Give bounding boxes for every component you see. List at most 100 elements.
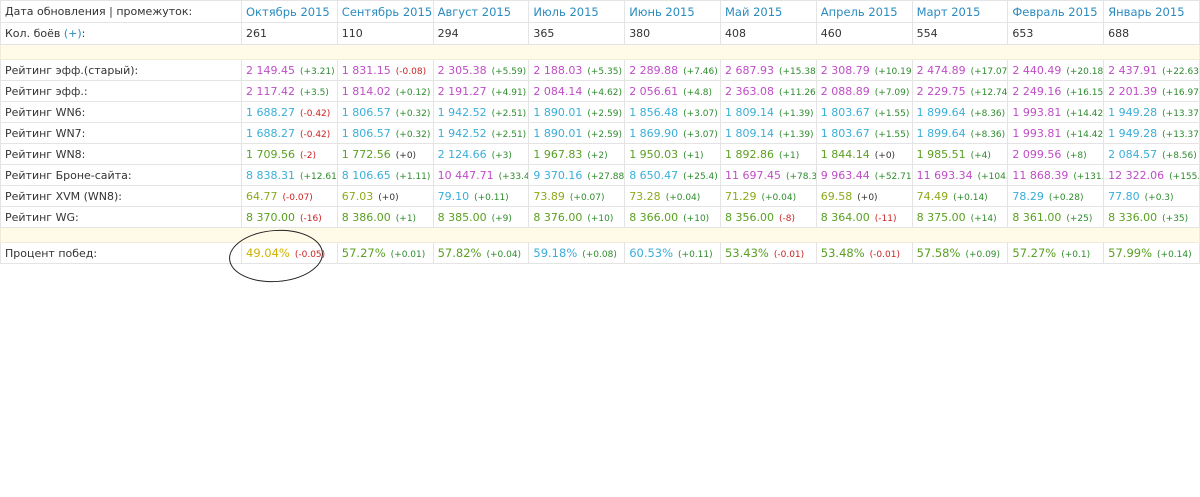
rating-value: 1 985.51	[916, 147, 966, 161]
rating-value: 2 201.39	[1108, 84, 1158, 98]
rating-value: 9 370.16	[533, 168, 583, 182]
winrate-delta: (+0.08)	[582, 250, 617, 260]
rating-value: 8 336.00	[1108, 210, 1158, 224]
rating-value: 8 838.31	[246, 168, 295, 182]
winrate-delta: (+0.04)	[486, 250, 522, 260]
rating-cell: 1 831.15 (-0.08)	[336, 59, 434, 81]
rating-cell: 1 993.81 (+14.42)	[1007, 122, 1105, 144]
battles-count: 408	[719, 22, 817, 45]
rating-delta: (+35)	[1162, 213, 1189, 224]
rating-delta: (+10.19)	[874, 66, 913, 77]
rating-delta: (+14)	[970, 213, 997, 224]
spacer-row	[0, 227, 1200, 243]
rating-cell: 11 868.39 (+131.35)	[1007, 164, 1105, 186]
month-header[interactable]: Июль 2015	[528, 0, 626, 23]
rating-delta: (+0.11)	[474, 192, 509, 203]
rating-delta: (+25)	[1066, 213, 1093, 224]
winrate-cell: 53.43% (-0.01)	[719, 242, 817, 264]
rating-value: 1 709.56	[246, 147, 295, 161]
rating-value: 1 892.86	[724, 147, 774, 161]
winrate-delta: (-0.05)	[294, 250, 326, 260]
rating-delta: (+10)	[683, 213, 710, 224]
rating-cell: 1 949.28 (+13.37)	[1103, 101, 1200, 123]
rating-delta: (+3)	[491, 150, 512, 161]
month-header[interactable]: Май 2015	[719, 0, 817, 23]
rating-value: 1 856.48	[629, 105, 679, 119]
winrate-value: 57.99%	[1108, 246, 1153, 260]
battles-count: 294	[432, 22, 530, 45]
rating-value: 2 099.56	[1012, 147, 1062, 161]
rating-value: 2 084.57	[1108, 147, 1158, 161]
rating-cell: 2 308.79 (+10.19)	[815, 59, 913, 81]
winrate-delta: (+0.11)	[678, 250, 713, 260]
rating-value: 8 366.00	[629, 210, 679, 224]
rating-label: Рейтинг эфф.:	[0, 80, 242, 102]
month-header[interactable]: Август 2015	[432, 0, 530, 23]
rating-cell: 1 985.51 (+4)	[911, 143, 1009, 165]
winrate-cell: 49.04% (-0.05)	[241, 242, 338, 264]
month-header[interactable]: Февраль 2015	[1007, 0, 1105, 23]
rating-delta: (+17.07)	[970, 66, 1008, 77]
rating-cell: 1 950.03 (+1)	[624, 143, 721, 165]
battles-expand-link[interactable]: (+)	[64, 27, 82, 40]
rating-value: 1 869.90	[629, 126, 679, 140]
stats-table-body: Дата обновления | промежуток: Октябрь 20…	[0, 0, 1200, 264]
rating-value: 2 363.08	[724, 84, 774, 98]
rating-cell: 1 949.28 (+13.37)	[1103, 122, 1200, 144]
rating-cell: 1 688.27 (-0.42)	[241, 101, 338, 123]
winrate-value: 60.53%	[629, 246, 674, 260]
winrate-cell: 57.58% (+0.09)	[911, 242, 1009, 264]
rating-value: 1 814.02	[341, 84, 391, 98]
rating-cell: 2 687.93 (+15.38)	[719, 59, 817, 81]
month-header[interactable]: Апрель 2015	[815, 0, 913, 23]
stats-table: Дата обновления | промежуток: Октябрь 20…	[0, 0, 1200, 264]
rating-value: 8 364.00	[820, 210, 870, 224]
rating-cell: 1 890.01 (+2.59)	[528, 122, 626, 144]
winrate-value: 53.43%	[724, 246, 769, 260]
battles-count: 554	[911, 22, 1009, 45]
month-header[interactable]: Июнь 2015	[624, 0, 721, 23]
winrate-label: Процент побед:	[0, 242, 242, 264]
rating-delta: (-2)	[299, 150, 316, 161]
rating-cell: 1 892.86 (+1)	[719, 143, 817, 165]
rating-cell: 2 249.16 (+16.15)	[1007, 80, 1105, 102]
month-header[interactable]: Март 2015	[911, 0, 1009, 23]
rating-label: Рейтинг WN8:	[0, 143, 242, 165]
rating-row: Рейтинг Броне-сайта: 8 838.31 (+12.61) 8 10…	[0, 164, 1200, 186]
rating-delta: (-0.08)	[395, 66, 427, 77]
rating-cell: 1 899.64 (+8.36)	[911, 101, 1009, 123]
month-header[interactable]: Сентябрь 2015	[336, 0, 434, 23]
rating-delta: (+4.62)	[587, 87, 622, 98]
rating-cell: 78.29 (+0.28)	[1007, 185, 1105, 207]
rating-cell: 1 806.57 (+0.32)	[336, 122, 434, 144]
rating-value: 1 890.01	[533, 126, 583, 140]
spacer-cell	[0, 227, 1200, 243]
rating-delta: (+104.78)	[977, 171, 1008, 182]
month-header[interactable]: Октябрь 2015	[241, 0, 338, 23]
rating-cell: 9 963.44 (+52.71)	[815, 164, 913, 186]
rating-cell: 2 117.42 (+3.5)	[241, 80, 338, 102]
rating-cell: 2 088.89 (+7.09)	[815, 80, 913, 102]
rating-delta: (+155.95)	[1169, 171, 1200, 182]
winrate-value: 57.27%	[341, 246, 386, 260]
rating-cell: 2 474.89 (+17.07)	[911, 59, 1009, 81]
rating-delta: (+131.35)	[1073, 171, 1104, 182]
rating-cell: 1 869.90 (+3.07)	[624, 122, 721, 144]
rating-value: 11 868.39	[1012, 168, 1069, 182]
rating-cell: 2 437.91 (+22.63)	[1103, 59, 1200, 81]
rating-value: 2 249.16	[1012, 84, 1062, 98]
rating-cell: 1 993.81 (+14.42)	[1007, 101, 1105, 123]
rating-value: 2 474.89	[916, 63, 966, 77]
rating-value: 2 149.45	[246, 63, 295, 77]
rating-delta: (-16)	[299, 213, 322, 224]
rating-delta: (+5.59)	[491, 66, 527, 77]
battles-colon: :	[81, 27, 86, 40]
rating-cell: 2 363.08 (+11.26)	[719, 80, 817, 102]
rating-cell: 69.58 (+0)	[815, 185, 913, 207]
rating-value: 1 890.01	[533, 105, 583, 119]
rating-value: 2 305.38	[437, 63, 487, 77]
rating-delta: (+25.4)	[683, 171, 718, 182]
rating-value: 2 440.49	[1012, 63, 1062, 77]
rating-label: Рейтинг WG:	[0, 206, 242, 228]
month-header[interactable]: Январь 2015	[1103, 0, 1200, 23]
